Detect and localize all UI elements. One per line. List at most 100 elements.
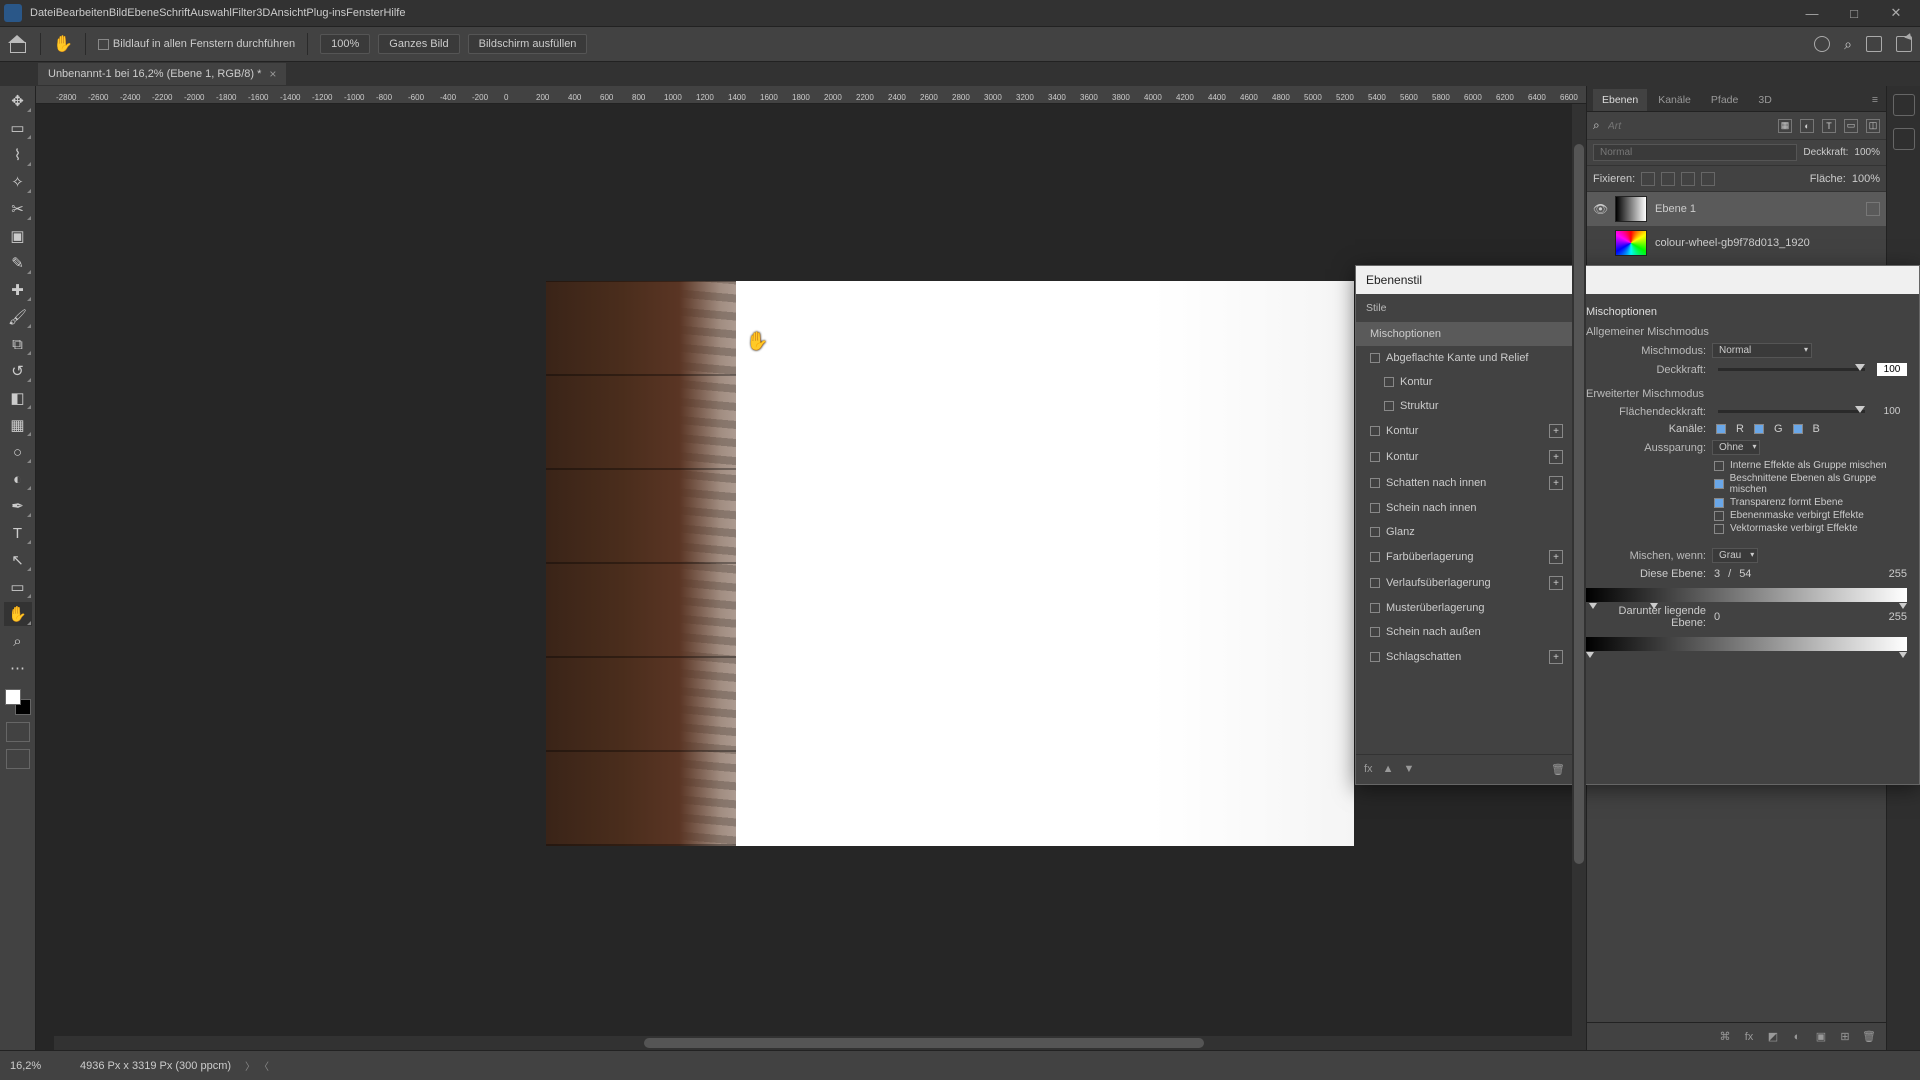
style-item[interactable]: Schlagschatten+	[1356, 644, 1573, 670]
window-minimize[interactable]: —	[1792, 3, 1832, 23]
style-checkbox[interactable]	[1370, 452, 1380, 462]
share-icon[interactable]	[1896, 36, 1912, 52]
menu-hilfe[interactable]: Hilfe	[383, 7, 405, 19]
zoom-100-button[interactable]: 100%	[320, 34, 370, 54]
collapsed-panel-icon[interactable]	[1893, 128, 1915, 150]
panel-menu-icon[interactable]: ≡	[1864, 89, 1886, 111]
style-item[interactable]: Schatten nach innen+	[1356, 470, 1573, 496]
hand-tool[interactable]: ✋	[4, 602, 32, 626]
style-item[interactable]: Schein nach außen	[1356, 620, 1573, 644]
menu-schrift[interactable]: Schrift	[159, 7, 190, 19]
style-item[interactable]: Kontur	[1356, 370, 1573, 394]
style-checkbox[interactable]	[1370, 652, 1380, 662]
zoom-tool[interactable]: ⌕	[4, 629, 32, 653]
style-item[interactable]: Schein nach innen	[1356, 496, 1573, 520]
dodge-tool[interactable]: ◐	[4, 467, 32, 491]
move-tool[interactable]: ✥	[4, 89, 32, 113]
menu-plug-ins[interactable]: Plug-ins	[306, 7, 346, 19]
document-tab[interactable]: Unbenannt-1 bei 16,2% (Ebene 1, RGB/8) *…	[38, 63, 286, 85]
chevron-right-icon[interactable]: 〉	[245, 1058, 255, 1073]
option-checkbox[interactable]	[1714, 461, 1724, 471]
color-swatches[interactable]	[5, 689, 31, 715]
channel-g-check[interactable]	[1754, 424, 1764, 434]
fill-value[interactable]: 100%	[1852, 173, 1880, 185]
filter-adjust-icon[interactable]: ◐	[1800, 119, 1814, 133]
trash-icon[interactable]: 🗑	[1551, 763, 1565, 776]
group-icon[interactable]: ▣	[1814, 1030, 1828, 1044]
style-item[interactable]: Farbüberlagerung+	[1356, 544, 1573, 570]
search-icon[interactable]: ⌕	[1844, 36, 1852, 53]
style-checkbox[interactable]	[1370, 603, 1380, 613]
close-icon[interactable]: ×	[269, 67, 276, 81]
window-close[interactable]: ✕	[1876, 3, 1916, 23]
style-item[interactable]: Glanz	[1356, 520, 1573, 544]
layer-mask-icon[interactable]: ◩	[1766, 1030, 1780, 1044]
layer-thumbnail[interactable]	[1615, 196, 1647, 222]
style-item[interactable]: Struktur	[1356, 394, 1573, 418]
heal-tool[interactable]: ✚	[4, 278, 32, 302]
menu-ansicht[interactable]: Ansicht	[270, 7, 306, 19]
pen-tool[interactable]: ✒	[4, 494, 32, 518]
layer-filter-input[interactable]	[1608, 120, 1668, 132]
style-item[interactable]: Mischoptionen	[1356, 322, 1573, 346]
blend-mode-dropdown[interactable]: Normal	[1593, 144, 1797, 161]
lock-position-icon[interactable]	[1661, 172, 1675, 186]
opacity-slider[interactable]	[1718, 368, 1865, 371]
style-checkbox[interactable]	[1370, 478, 1380, 488]
fx-icon[interactable]: fx	[1364, 763, 1373, 776]
history-brush-tool[interactable]: ↺	[4, 359, 32, 383]
menu-auswahl[interactable]: Auswahl	[190, 7, 232, 19]
layer-name[interactable]: colour-wheel-gb9f78d013_1920	[1655, 237, 1810, 249]
chevron-left-icon[interactable]: 〈	[259, 1058, 269, 1073]
visibility-icon[interactable]: 👁	[1593, 202, 1607, 216]
filter-pixel-icon[interactable]: ▦	[1778, 119, 1792, 133]
menu-fenster[interactable]: Fenster	[346, 7, 383, 19]
this-layer-ramp[interactable]	[1586, 588, 1907, 602]
filter-type-icon[interactable]: T	[1822, 119, 1836, 133]
tab-channels[interactable]: Kanäle	[1649, 89, 1700, 111]
eraser-tool[interactable]: ◧	[4, 386, 32, 410]
menu-filter[interactable]: Filter	[232, 7, 256, 19]
style-checkbox[interactable]	[1384, 401, 1394, 411]
style-checkbox[interactable]	[1370, 503, 1380, 513]
fill-slider[interactable]	[1718, 410, 1865, 413]
quickmask-button[interactable]	[6, 722, 30, 742]
tab-paths[interactable]: Pfade	[1702, 89, 1747, 111]
type-tool[interactable]: T	[4, 521, 32, 545]
layer-thumbnail[interactable]	[1615, 230, 1647, 256]
menu-bearbeiten[interactable]: Bearbeiten	[56, 7, 109, 19]
workspace-icon[interactable]	[1866, 36, 1882, 52]
move-up-icon[interactable]: ▲	[1383, 763, 1394, 776]
menu-bild[interactable]: Bild	[109, 7, 127, 19]
style-item[interactable]: Verlaufsüberlagerung+	[1356, 570, 1573, 596]
option-checkbox[interactable]	[1714, 479, 1724, 489]
path-tool[interactable]: ↖	[4, 548, 32, 572]
trash-icon[interactable]: 🗑	[1862, 1030, 1876, 1044]
home-icon[interactable]	[8, 35, 28, 53]
layer-name[interactable]: Ebene 1	[1655, 203, 1696, 215]
layer-row[interactable]: 👁 Ebene 1	[1587, 192, 1886, 226]
add-effect-icon[interactable]: +	[1549, 476, 1563, 490]
add-effect-icon[interactable]: +	[1549, 424, 1563, 438]
style-checkbox[interactable]	[1370, 353, 1380, 363]
frame-tool[interactable]: ▣	[4, 224, 32, 248]
window-maximize[interactable]: □	[1834, 3, 1874, 23]
style-checkbox[interactable]	[1384, 377, 1394, 387]
horizontal-scrollbar[interactable]	[54, 1036, 1586, 1050]
filter-smart-icon[interactable]: ◫	[1866, 119, 1880, 133]
crop-tool[interactable]: ✂	[4, 197, 32, 221]
eyedropper-tool[interactable]: ✎	[4, 251, 32, 275]
more-tools[interactable]: ⋯	[4, 656, 32, 680]
gradient-tool[interactable]: ▦	[4, 413, 32, 437]
style-checkbox[interactable]	[1370, 552, 1380, 562]
style-checkbox[interactable]	[1370, 578, 1380, 588]
stamp-tool[interactable]: ⧉	[4, 332, 32, 356]
link-layers-icon[interactable]: ⌘	[1718, 1030, 1732, 1044]
lasso-tool[interactable]: ⌇	[4, 143, 32, 167]
style-item[interactable]: Abgeflachte Kante und Relief	[1356, 346, 1573, 370]
under-layer-ramp[interactable]	[1586, 637, 1907, 651]
add-effect-icon[interactable]: +	[1549, 576, 1563, 590]
tab-layers[interactable]: Ebenen	[1593, 89, 1647, 111]
layer-row[interactable]: colour-wheel-gb9f78d013_1920	[1587, 226, 1886, 260]
fit-screen-button[interactable]: Ganzes Bild	[378, 34, 459, 54]
